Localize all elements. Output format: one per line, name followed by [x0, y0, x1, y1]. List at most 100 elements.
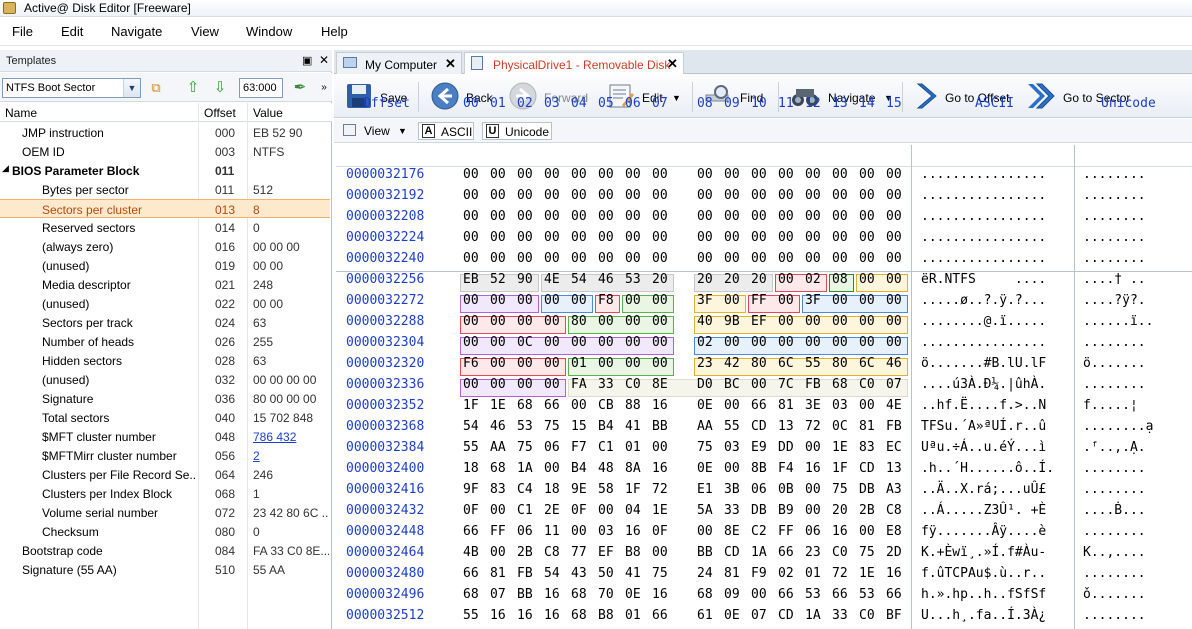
- hex-byte[interactable]: C4: [517, 482, 533, 497]
- hex-byte[interactable]: 00: [778, 314, 794, 329]
- unicode-text[interactable]: ........: [1083, 230, 1146, 245]
- hex-byte[interactable]: 72: [805, 419, 821, 434]
- tab-my-computer[interactable]: My Computer ✕: [336, 52, 462, 74]
- hex-byte[interactable]: 00: [517, 167, 533, 182]
- template-row[interactable]: Signature (55 AA) 510 55 AA: [0, 560, 330, 579]
- hex-byte[interactable]: 00: [859, 272, 875, 287]
- hex-byte[interactable]: 16: [886, 566, 902, 581]
- hex-byte[interactable]: 23: [697, 356, 713, 371]
- template-row[interactable]: OEM ID 003 NTFS: [0, 142, 330, 161]
- hex-byte[interactable]: 3F: [805, 293, 821, 308]
- hex-byte[interactable]: 00: [652, 230, 668, 245]
- ascii-text[interactable]: K.+Èwï¸.»Í.f#Àu-: [921, 545, 1046, 560]
- hex-byte[interactable]: 00: [463, 314, 479, 329]
- unicode-text[interactable]: ......ï..: [1083, 314, 1153, 329]
- overflow-icon[interactable]: »: [314, 78, 334, 98]
- hex-byte[interactable]: FF: [778, 524, 794, 539]
- hex-byte[interactable]: 41: [625, 419, 641, 434]
- row-offset[interactable]: 0000032224: [346, 230, 424, 245]
- row-offset[interactable]: 0000032416: [346, 482, 424, 497]
- hex-byte[interactable]: 00: [598, 314, 614, 329]
- hex-byte[interactable]: BB: [517, 587, 533, 602]
- pin-template-icon[interactable]: ✒: [290, 78, 310, 98]
- hex-byte[interactable]: F8: [598, 293, 614, 308]
- unicode-text[interactable]: ........: [1083, 377, 1146, 392]
- hex-byte[interactable]: 00: [886, 230, 902, 245]
- unicode-text[interactable]: ....† ..: [1083, 272, 1146, 287]
- hex-byte[interactable]: 00: [625, 314, 641, 329]
- row-offset[interactable]: 0000032368: [346, 419, 424, 434]
- column-offset[interactable]: Offset: [204, 106, 236, 120]
- hex-byte[interactable]: 00: [652, 314, 668, 329]
- unicode-text[interactable]: ....Ḃ...: [1083, 503, 1146, 518]
- hex-byte[interactable]: 00: [463, 209, 479, 224]
- template-row[interactable]: Sectors per cluster 013 8: [0, 199, 330, 218]
- hex-byte[interactable]: FF: [751, 293, 767, 308]
- hex-byte[interactable]: 55: [805, 356, 821, 371]
- hex-byte[interactable]: 00: [571, 188, 587, 203]
- hex-byte[interactable]: DB: [751, 503, 767, 518]
- hex-byte[interactable]: 00: [571, 209, 587, 224]
- hex-byte[interactable]: 00: [544, 335, 560, 350]
- template-field-value[interactable]: 2: [253, 449, 329, 463]
- template-row[interactable]: Reserved sectors 014 0: [0, 218, 330, 237]
- hex-byte[interactable]: 00: [805, 167, 821, 182]
- ascii-text[interactable]: ........@.ï.....: [921, 314, 1046, 329]
- hex-byte[interactable]: C8: [886, 503, 902, 518]
- hex-byte[interactable]: 9E: [571, 482, 587, 497]
- hex-byte[interactable]: 00: [832, 209, 848, 224]
- pin-icon[interactable]: ▣: [302, 54, 312, 67]
- hex-byte[interactable]: 00: [778, 335, 794, 350]
- row-offset[interactable]: 0000032496: [346, 587, 424, 602]
- hex-byte[interactable]: 53: [625, 272, 641, 287]
- hex-byte[interactable]: 00: [805, 482, 821, 497]
- hex-byte[interactable]: 00: [697, 167, 713, 182]
- hex-byte[interactable]: 7C: [778, 377, 794, 392]
- hex-byte[interactable]: 00: [544, 230, 560, 245]
- menu-file[interactable]: File: [12, 24, 33, 39]
- chevron-down-icon[interactable]: ▼: [672, 93, 681, 103]
- hex-byte[interactable]: 75: [652, 566, 668, 581]
- hex-byte[interactable]: B4: [571, 461, 587, 476]
- hex-byte[interactable]: 00: [805, 251, 821, 266]
- hex-byte[interactable]: 00: [463, 335, 479, 350]
- hex-byte[interactable]: 00: [859, 524, 875, 539]
- hex-byte[interactable]: 1F: [625, 482, 641, 497]
- ascii-text[interactable]: ..Ä..X.rá;...uÛ£: [921, 482, 1046, 497]
- hex-byte[interactable]: 00: [832, 314, 848, 329]
- hex-byte[interactable]: 3B: [724, 482, 740, 497]
- hex-byte[interactable]: 00: [652, 545, 668, 560]
- row-offset[interactable]: 0000032432: [346, 503, 424, 518]
- hex-byte[interactable]: 00: [544, 209, 560, 224]
- hex-byte[interactable]: 00: [724, 188, 740, 203]
- hex-byte[interactable]: 70: [598, 587, 614, 602]
- hex-byte[interactable]: 00: [805, 503, 821, 518]
- hex-byte[interactable]: 07: [751, 608, 767, 623]
- hex-byte[interactable]: 0E: [724, 608, 740, 623]
- hex-byte[interactable]: FB: [517, 566, 533, 581]
- hex-byte[interactable]: 00: [517, 230, 533, 245]
- hex-byte[interactable]: 00: [724, 335, 740, 350]
- ascii-text[interactable]: f.ûTCPAu$.ù..r..: [921, 566, 1046, 581]
- hex-byte[interactable]: 00: [805, 230, 821, 245]
- unicode-text[interactable]: .ᶠ..,.Ạ.: [1083, 440, 1146, 455]
- hex-byte[interactable]: 20: [652, 272, 668, 287]
- hex-byte[interactable]: 6C: [859, 356, 875, 371]
- hex-byte[interactable]: 00: [490, 314, 506, 329]
- hex-byte[interactable]: 00: [517, 251, 533, 266]
- hex-byte[interactable]: 00: [463, 293, 479, 308]
- template-row[interactable]: (unused) 022 00 00: [0, 294, 330, 313]
- hex-byte[interactable]: 00: [778, 188, 794, 203]
- hex-byte[interactable]: 00: [490, 356, 506, 371]
- hex-byte[interactable]: 68: [463, 587, 479, 602]
- hex-byte[interactable]: DB: [859, 482, 875, 497]
- hex-byte[interactable]: 90: [517, 272, 533, 287]
- template-row[interactable]: (always zero) 016 00 00 00: [0, 237, 330, 256]
- hex-byte[interactable]: 1F: [463, 398, 479, 413]
- hex-byte[interactable]: 00: [859, 314, 875, 329]
- hex-byte[interactable]: 00: [517, 356, 533, 371]
- hex-byte[interactable]: 80: [832, 356, 848, 371]
- ascii-text[interactable]: h.».hp..h..fSfSf: [921, 587, 1046, 602]
- hex-byte[interactable]: 00: [571, 335, 587, 350]
- hex-byte[interactable]: 16: [652, 587, 668, 602]
